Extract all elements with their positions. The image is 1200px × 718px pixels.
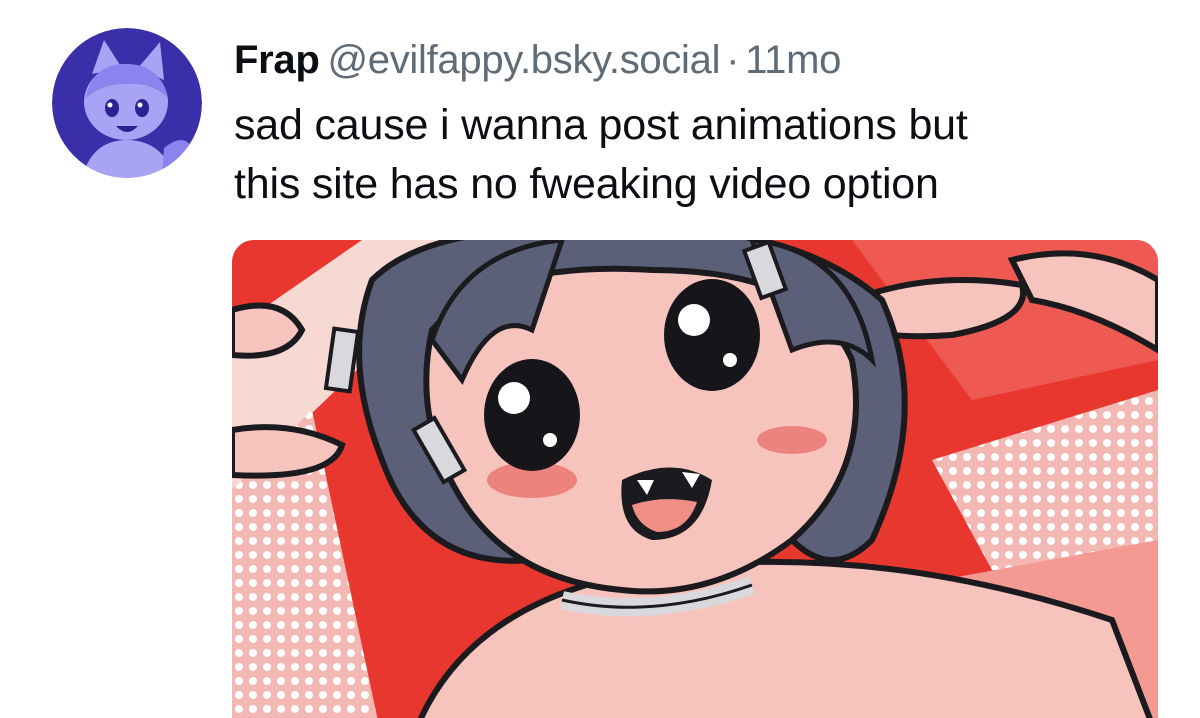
post-text: sad cause i wanna post animations but th… <box>234 96 1154 214</box>
post-image[interactable] <box>232 240 1158 718</box>
post-card[interactable]: Frap @evilfappy.bsky.social · 11mo sad caus… <box>0 0 1200 718</box>
post-text-line: this site has no fweaking video option <box>234 160 939 208</box>
post-timestamp[interactable]: 11mo <box>745 38 841 82</box>
meta-separator: · <box>726 38 740 82</box>
avatar[interactable] <box>52 28 202 178</box>
post-text-line: sad cause i wanna post animations but <box>234 101 968 149</box>
author-display-name[interactable]: Frap <box>234 38 320 82</box>
author-handle[interactable]: @evilfappy.bsky.social <box>327 38 720 82</box>
anime-illustration-image <box>232 240 1158 718</box>
post-header: Frap @evilfappy.bsky.social · 11mo <box>234 36 841 84</box>
avatar-image <box>52 28 202 178</box>
